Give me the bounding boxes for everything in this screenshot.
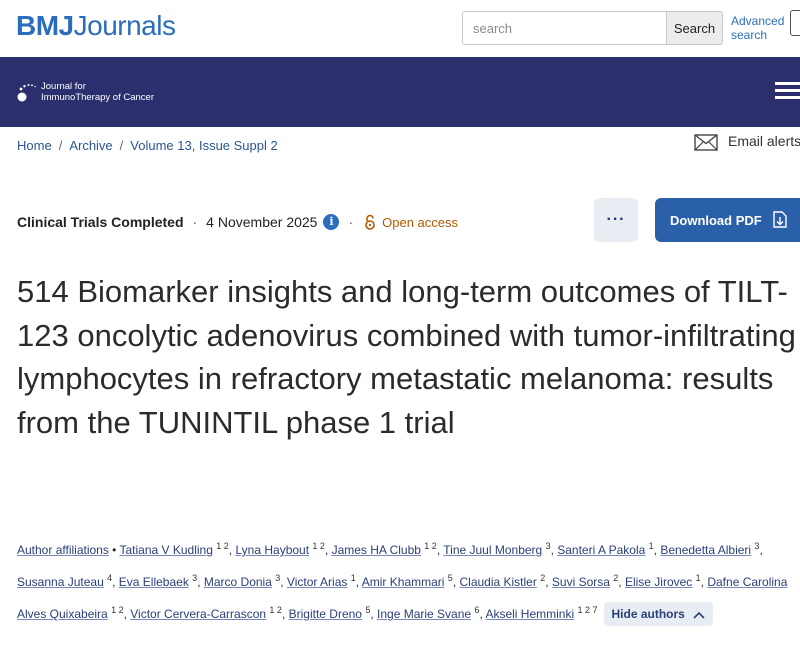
journal-name-line2: ImmunoTherapy of Cancer (41, 92, 154, 103)
jitc-logo-icon (17, 84, 36, 102)
author-affiliations-link[interactable]: Author affiliations (17, 543, 109, 557)
author-affiliation-refs[interactable]: 2 (613, 573, 618, 583)
author-name[interactable]: Tatiana V Kudling (120, 543, 213, 557)
author-name[interactable]: Santeri A Pakola (557, 543, 645, 557)
article-meta: Clinical Trials Completed · 4 November 2… (17, 214, 458, 230)
author-affiliation-refs[interactable]: 4 (107, 573, 112, 583)
author-name[interactable]: Lyna Haybout (235, 543, 309, 557)
more-options-button[interactable]: ··· (594, 198, 638, 242)
open-access-label: Open access (382, 214, 459, 230)
hide-authors-label: Hide authors (611, 607, 685, 621)
journal-name-line1: Journal for (41, 81, 86, 92)
meta-separator: · (348, 214, 354, 230)
author-name[interactable]: Elise Jirovec (625, 575, 692, 589)
author-affiliation-refs[interactable]: 3 (546, 541, 551, 551)
author-affiliation-refs[interactable]: 3 (192, 573, 197, 583)
author-list: Author affiliations • Tatiana V Kudling … (17, 532, 797, 628)
user-account-icon[interactable] (790, 10, 800, 36)
breadcrumb: Home / Archive / Volume 13, Issue Suppl 2 (17, 138, 278, 153)
author-name[interactable]: Inge Marie Svane (377, 607, 471, 621)
author-affiliation-refs[interactable]: 1 2 7 (577, 605, 597, 615)
author-affiliation-refs[interactable]: 3 (754, 541, 759, 551)
chevron-up-icon (693, 611, 705, 619)
author-affiliation-refs[interactable]: 1 (351, 573, 356, 583)
meta-separator: · (192, 214, 198, 230)
breadcrumb-home[interactable]: Home (17, 138, 52, 153)
author-name[interactable]: Eva Ellebaek (119, 575, 189, 589)
author-name[interactable]: Brigitte Dreno (289, 607, 362, 621)
author-name[interactable]: Benedetta Albieri (660, 543, 751, 557)
author-affiliation-refs[interactable]: 2 (540, 573, 545, 583)
logo-journals: Journals (73, 10, 176, 41)
open-access-lock-icon (365, 214, 375, 230)
hide-authors-button[interactable]: Hide authors (603, 602, 714, 626)
author-affiliation-refs[interactable]: 3 (275, 573, 280, 583)
author-name[interactable]: Suvi Sorsa (552, 575, 610, 589)
author-name[interactable]: Amir Khammari (362, 575, 445, 589)
article-title: 514 Biomarker insights and long-term out… (17, 274, 796, 440)
meta-separator: • (108, 543, 120, 557)
journal-banner: Journal for ImmunoTherapy of Cancer (0, 57, 800, 127)
download-icon (773, 211, 787, 228)
bmj-journals-logo[interactable]: BMJJournals (16, 9, 176, 43)
logo-bmj: BMJ (16, 10, 74, 41)
author-affiliation-refs[interactable]: 5 (365, 605, 370, 615)
author-affiliation-refs[interactable]: 6 (474, 605, 479, 615)
info-icon[interactable]: i (323, 214, 340, 230)
site-header: BMJJournals Search Advanced search (0, 0, 800, 57)
author-affiliation-refs[interactable]: 1 (696, 573, 701, 583)
publication-date: 4 November 2025 (206, 214, 318, 230)
email-alerts-link[interactable]: Email alerts (694, 133, 800, 151)
breadcrumb-issue[interactable]: Volume 13, Issue Suppl 2 (130, 138, 277, 153)
envelope-icon (694, 134, 718, 151)
author-name[interactable]: Victor Cervera-Carrascon (130, 607, 266, 621)
author-name[interactable]: Marco Donia (204, 575, 272, 589)
author-name[interactable]: Susanna Juteau (17, 575, 104, 589)
author-name[interactable]: Tine Juul Monberg (443, 543, 542, 557)
breadcrumb-separator: / (58, 138, 63, 153)
author-affiliation-refs[interactable]: 5 (448, 573, 453, 583)
download-pdf-label: Download PDF (670, 212, 762, 228)
author-name[interactable]: Akseli Hemminki (485, 607, 574, 621)
author-name[interactable]: Victor Arias (287, 575, 347, 589)
author-affiliation-refs[interactable]: 1 2 (216, 541, 229, 551)
author-name[interactable]: Claudia Kistler (459, 575, 536, 589)
author-affiliation-refs[interactable]: 1 2 (269, 605, 282, 615)
search-input[interactable] (462, 11, 667, 45)
author-affiliation-refs[interactable]: 1 2 (424, 541, 437, 551)
advanced-search-link[interactable]: Advanced search (731, 14, 791, 42)
author-name[interactable]: James HA Clubb (332, 543, 421, 557)
download-pdf-button[interactable]: Download PDF (655, 198, 800, 242)
breadcrumb-archive[interactable]: Archive (69, 138, 112, 153)
article-type: Clinical Trials Completed (17, 214, 184, 230)
email-alerts-label: Email alerts (728, 133, 800, 149)
breadcrumb-separator: / (119, 138, 124, 153)
author-affiliation-refs[interactable]: 1 (649, 541, 654, 551)
search-button[interactable]: Search (666, 11, 723, 45)
author-affiliation-refs[interactable]: 1 2 (111, 605, 124, 615)
author-affiliation-refs[interactable]: 1 2 (312, 541, 325, 551)
hamburger-icon[interactable] (775, 82, 800, 100)
